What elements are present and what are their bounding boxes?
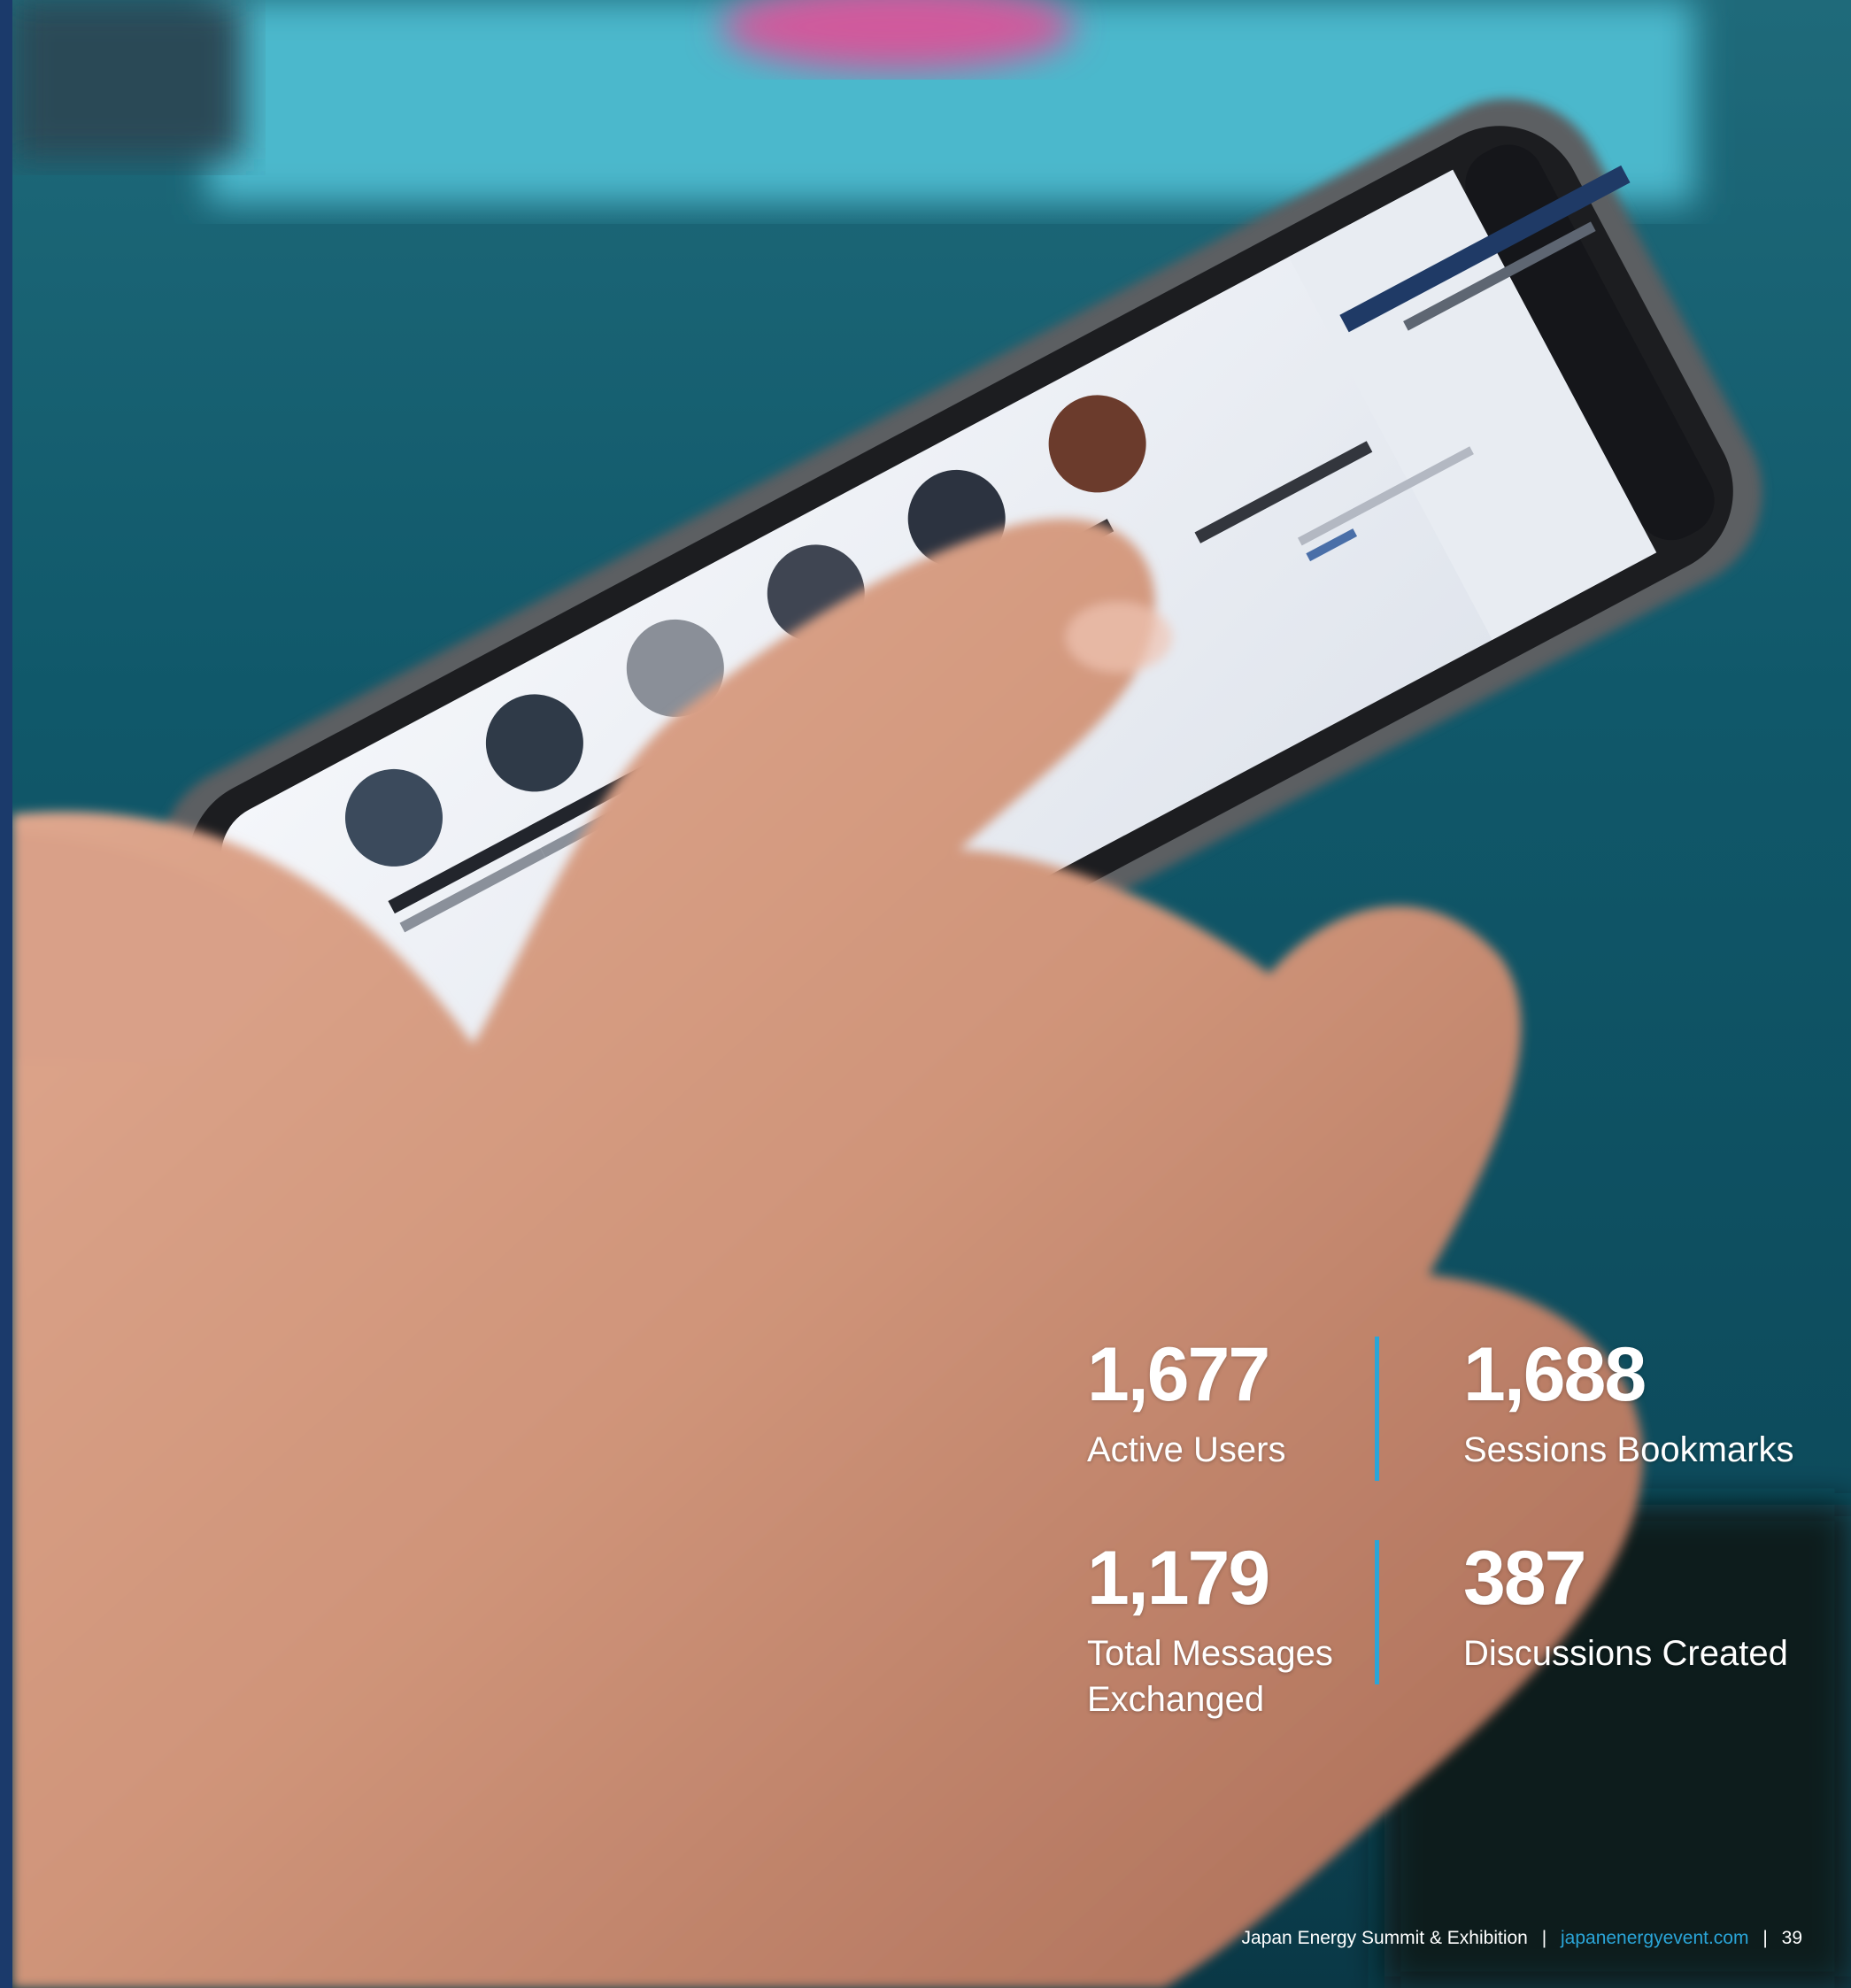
stat-value: 1,179 <box>1087 1536 1270 1621</box>
stat-label: Active Users <box>1087 1430 1286 1469</box>
page-edge-bar <box>0 0 12 1988</box>
footer-separator: | <box>1762 1928 1768 1948</box>
page-number: 39 <box>1781 1928 1802 1948</box>
stat-label: Total Messages Exchanged <box>1087 1634 1333 1719</box>
stat-sessions-bookmarks: 1,688 Sessions Bookmarks <box>1463 1337 1793 1473</box>
stat-total-messages: 1,179 Total Messages Exchanged <box>1087 1540 1361 1722</box>
footer-event-name: Japan Energy Summit & Exhibition <box>1241 1928 1528 1948</box>
footer-website-link[interactable]: japanenergyevent.com <box>1561 1928 1748 1948</box>
stat-value: 1,677 <box>1087 1332 1270 1417</box>
report-page: 1,677 Active Users 1,688 Sessions Bookma… <box>0 0 1851 1988</box>
stats-grid: 1,677 Active Users 1,688 Sessions Bookma… <box>1087 1337 1813 1761</box>
stat-value: 387 <box>1463 1536 1586 1621</box>
footer-separator: | <box>1541 1928 1547 1948</box>
stat-label: Discussions Created <box>1463 1634 1788 1673</box>
stat-value: 1,688 <box>1463 1332 1647 1417</box>
stat-divider <box>1375 1337 1379 1481</box>
stat-active-users: 1,677 Active Users <box>1087 1337 1286 1473</box>
page-footer: Japan Energy Summit & Exhibition | japan… <box>1242 1928 1802 1949</box>
stat-label: Sessions Bookmarks <box>1463 1430 1794 1469</box>
stat-discussions-created: 387 Discussions Created <box>1463 1540 1788 1676</box>
stat-divider <box>1375 1540 1379 1684</box>
